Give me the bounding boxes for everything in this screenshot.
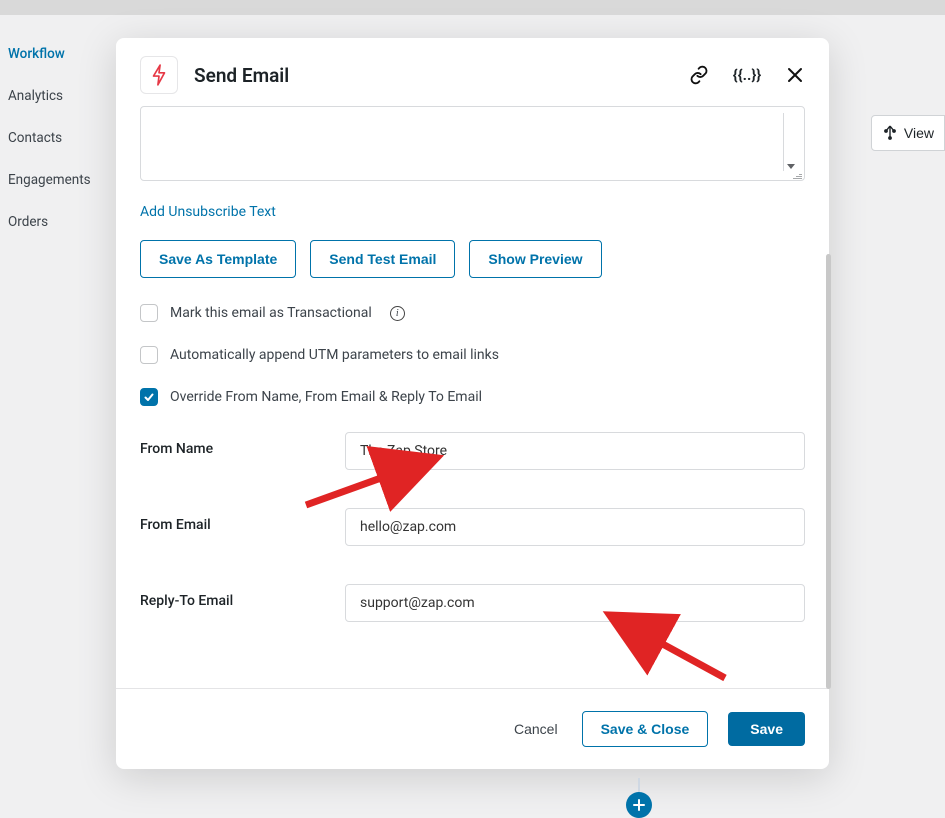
from-email-label: From Email [140,508,345,533]
save-as-template-button[interactable]: Save As Template [140,240,296,278]
sidebar-item-orders[interactable]: Orders [6,208,110,236]
sidebar-item-engagements[interactable]: Engagements [6,166,110,194]
add-node-button[interactable] [626,792,652,818]
utm-label: Automatically append UTM parameters to e… [170,347,499,363]
sidebar-item-analytics[interactable]: Analytics [6,82,110,110]
link-icon[interactable] [689,65,709,85]
from-name-label: From Name [140,432,345,457]
modal-title: Send Email [194,64,673,87]
sidebar: Workflow Analytics Contacts Engagements … [0,40,110,236]
reply-to-label: Reply-To Email [140,584,345,609]
email-body-editor[interactable] [140,106,805,181]
info-icon[interactable]: i [390,306,405,321]
add-unsubscribe-link[interactable]: Add Unsubscribe Text [140,204,276,220]
editor-resize-handle[interactable] [792,169,802,179]
sidebar-item-contacts[interactable]: Contacts [6,124,110,152]
from-name-input[interactable] [345,432,805,470]
override-checkbox[interactable] [140,388,158,406]
utm-checkbox[interactable] [140,346,158,364]
sidebar-item-workflow[interactable]: Workflow [6,40,110,68]
transactional-checkbox[interactable] [140,304,158,322]
save-button[interactable]: Save [728,712,805,746]
editor-scrollbar[interactable] [783,113,797,171]
close-icon[interactable] [785,65,805,85]
merge-tags-icon[interactable]: {{..}} [737,65,757,85]
reply-to-input[interactable] [345,584,805,622]
top-bar [0,0,945,15]
bolt-icon [140,56,178,94]
modal-footer: Cancel Save & Close Save [116,688,829,769]
from-email-input[interactable] [345,508,805,546]
view-button-label: View [904,125,934,141]
override-label: Override From Name, From Email & Reply T… [170,389,482,405]
send-email-modal: Send Email {{..}} Add Unsubscribe Text [116,38,829,769]
send-test-email-button[interactable]: Send Test Email [310,240,455,278]
save-close-button[interactable]: Save & Close [582,711,709,747]
transactional-label: Mark this email as Transactional [170,305,372,321]
show-preview-button[interactable]: Show Preview [469,240,601,278]
cancel-button[interactable]: Cancel [510,717,562,741]
view-button[interactable]: View [871,115,945,151]
modal-header: Send Email {{..}} [116,38,829,106]
modal-body: Add Unsubscribe Text Save As Template Se… [116,106,829,650]
modal-scrollbar[interactable] [826,254,831,689]
branch-icon [882,124,898,143]
